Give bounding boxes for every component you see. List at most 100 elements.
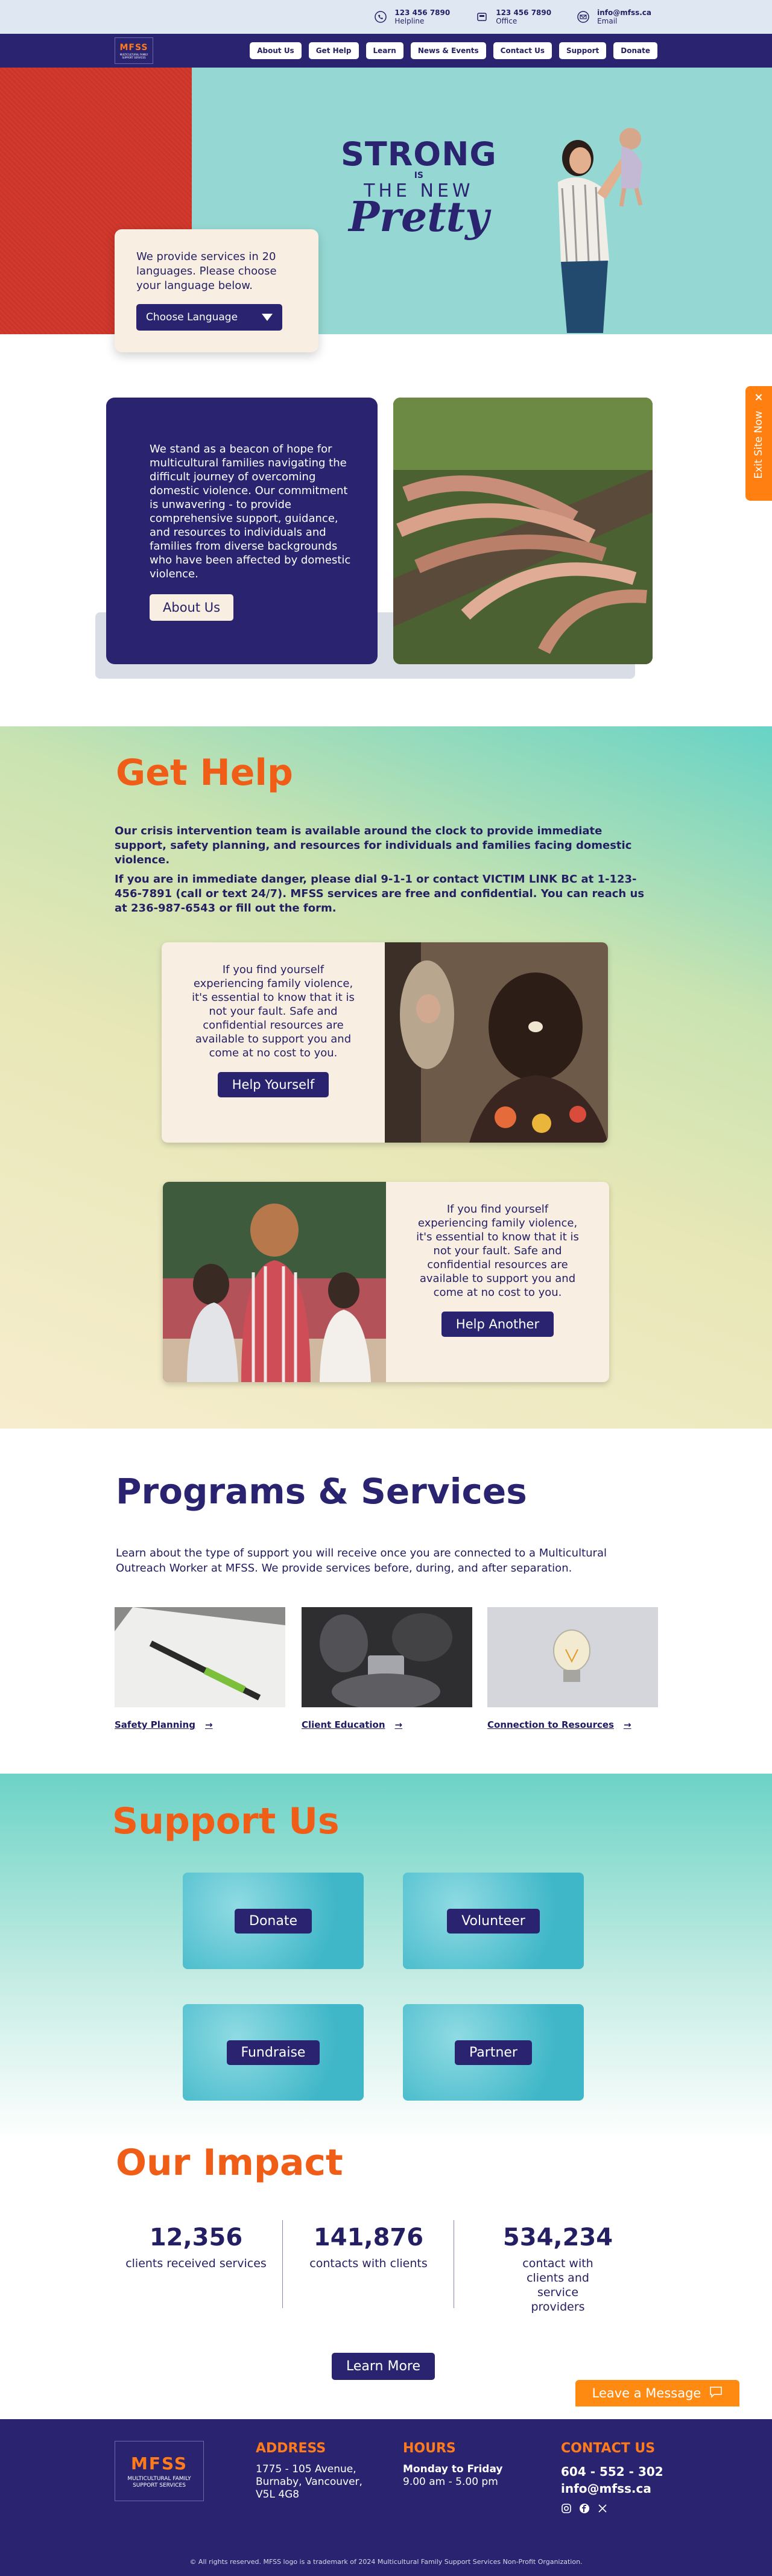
email-label: Email [597, 17, 618, 25]
connection-resources-link[interactable]: Connection to Resources [487, 1719, 614, 1730]
email-contact[interactable]: info@mfss.ca Email [575, 8, 651, 25]
fundraise-tile[interactable]: Fundraise [183, 2004, 364, 2101]
stat-number: 12,356 [149, 2224, 243, 2251]
tagline-pretty: Pretty [349, 193, 489, 241]
footer-address: ADDRESS 1775 - 105 Avenue, Burnaby, Vanc… [256, 2441, 364, 2501]
stat-contacts-providers: 534,234 contact with clients and service… [482, 2224, 633, 2314]
hours-time: 9.00 am - 5.00 pm [403, 2476, 498, 2488]
office-number: 123 456 7890 [496, 8, 552, 17]
logo-subtitle: MULTICULTURAL FAMILY SUPPORT SERVICES [119, 52, 148, 59]
facebook-icon[interactable] [579, 2503, 590, 2516]
partner-button[interactable]: Partner [455, 2040, 532, 2065]
arrow-right-icon: → [623, 1719, 631, 1730]
nav-learn[interactable]: Learn [365, 42, 403, 59]
footer-logo[interactable]: MFSS MULTICULTURAL FAMILY SUPPORT SERVIC… [115, 2441, 204, 2501]
exit-site-label: Exit Site Now [753, 411, 765, 479]
hours-days: Monday to Friday [403, 2463, 503, 2475]
copyright-text: © All rights reserved. MFSS logo is a tr… [189, 2558, 583, 2566]
get-help-title: Get Help [116, 752, 293, 794]
contact-title: CONTACT US [561, 2441, 656, 2456]
donate-tile[interactable]: Donate [183, 1873, 364, 1969]
client-education-link[interactable]: Client Education [302, 1719, 385, 1730]
nav-support[interactable]: Support [559, 42, 607, 59]
nav-news-events[interactable]: News & Events [410, 42, 486, 59]
stat-label: clients received services [125, 2257, 267, 2270]
hours-title: HOURS [403, 2441, 456, 2456]
email-icon [575, 9, 591, 25]
language-dropdown[interactable]: Choose Language [136, 304, 282, 331]
fundraise-button[interactable]: Fundraise [226, 2040, 320, 2065]
arrow-right-icon: → [204, 1719, 213, 1730]
support-us-title: Support Us [112, 1800, 340, 1842]
email-value: info@mfss.ca [597, 8, 651, 17]
program-safety-planning[interactable]: Safety Planning → [115, 1607, 285, 1730]
office-contact[interactable]: 123 456 7890 Office [474, 8, 551, 25]
chevron-down-icon [262, 314, 273, 321]
about-us-button[interactable]: About Us [150, 594, 234, 621]
partner-tile[interactable]: Partner [403, 2004, 584, 2101]
volunteer-tile[interactable]: Volunteer [403, 1873, 584, 1969]
arrow-right-icon: → [394, 1719, 403, 1730]
nav-donate[interactable]: Donate [613, 42, 657, 59]
nav-about-us[interactable]: About Us [250, 42, 302, 59]
language-info-text: We provide services in 20 languages. Ple… [136, 250, 277, 292]
notebook-pen-image [115, 1607, 285, 1707]
donate-button[interactable]: Donate [235, 1908, 312, 1934]
nav-get-help[interactable]: Get Help [308, 42, 359, 59]
help-yourself-text: If you find yourself experiencing family… [192, 963, 355, 1059]
top-contact-bar: 123 456 7890 Helpline 123 456 7890 Office … [0, 0, 772, 34]
office-label: Office [496, 17, 517, 25]
volunteer-button[interactable]: Volunteer [447, 1908, 540, 1934]
language-dropdown-label: Choose Language [146, 311, 238, 323]
tagline-strong: STRONG [341, 135, 497, 173]
help-another-button[interactable]: Help Another [441, 1312, 554, 1337]
learn-more-button[interactable]: Learn More [332, 2353, 435, 2380]
about-card: We stand as a beacon of hope for multicu… [106, 398, 378, 664]
about-section: We stand as a beacon of hope for multicu… [0, 334, 772, 726]
stat-label: contact with clients and service provide… [522, 2257, 593, 2314]
program-connection-resources[interactable]: Connection to Resources → [487, 1607, 658, 1730]
programs-description: Learn about the type of support you will… [116, 1547, 607, 1575]
hero-mother-child-image [558, 128, 643, 333]
stat-contacts-clients: 141,876 contacts with clients [293, 2224, 444, 2271]
woman-mirror-image [385, 942, 608, 1143]
instagram-icon[interactable] [561, 2503, 572, 2516]
safety-planning-link[interactable]: Safety Planning [115, 1719, 195, 1730]
footer-email[interactable]: info@mfss.ca [561, 2480, 663, 2497]
program-client-education[interactable]: Client Education → [302, 1607, 472, 1730]
help-another-card: If you find yourself experiencing family… [163, 1182, 609, 1382]
office-phone-icon [474, 9, 490, 25]
logo-text: MFSS [119, 42, 148, 52]
stat-number: 141,876 [313, 2224, 424, 2251]
hero-tagline: STRONG IS THE NEW Pretty [341, 135, 497, 241]
footer-logo-subtitle: MULTICULTURAL FAMILY SUPPORT SERVICES [127, 2475, 191, 2489]
friends-support-image [163, 1182, 386, 1382]
close-icon[interactable]: × [754, 391, 763, 404]
x-twitter-icon[interactable] [597, 2503, 608, 2516]
programs-section: Programs & Services Learn about the type… [0, 1429, 772, 1774]
stat-clients-served: 12,356 clients received services [121, 2224, 271, 2271]
get-help-section: Get Help Our crisis intervention team is… [0, 726, 772, 1429]
about-text: We stand as a beacon of hope for multicu… [150, 443, 351, 580]
site-footer: MFSS MULTICULTURAL FAMILY SUPPORT SERVIC… [0, 2419, 772, 2576]
help-yourself-button[interactable]: Help Yourself [217, 1072, 329, 1097]
leave-message-label: Leave a Message [592, 2386, 701, 2400]
leave-message-button[interactable]: Leave a Message [575, 2380, 739, 2406]
helpline-label: Helpline [394, 17, 425, 25]
impact-title: Our Impact [116, 2142, 343, 2184]
address-title: ADDRESS [256, 2441, 326, 2456]
exit-site-button[interactable]: × Exit Site Now [745, 386, 772, 501]
helpline-number: 123 456 7890 [394, 8, 451, 17]
language-selector-card: We provide services in 20 languages. Ple… [115, 229, 318, 352]
stat-divider [282, 2220, 283, 2308]
main-navigation: MFSS MULTICULTURAL FAMILY SUPPORT SERVIC… [0, 34, 772, 68]
hands-together-image [393, 398, 653, 664]
helpline-contact[interactable]: 123 456 7890 Helpline [373, 8, 450, 25]
nav-contact-us[interactable]: Contact Us [493, 42, 552, 59]
footer-hours: HOURS Monday to Friday 9.00 am - 5.00 pm [403, 2441, 502, 2489]
group-devices-image [302, 1607, 472, 1710]
address-text: 1775 - 105 Avenue, Burnaby, Vancouver, V… [256, 2463, 362, 2501]
footer-phone[interactable]: 604 - 552 - 302 [561, 2463, 663, 2480]
site-logo[interactable]: MFSS MULTICULTURAL FAMILY SUPPORT SERVIC… [115, 37, 153, 64]
lightbulb-image [487, 1607, 658, 1707]
